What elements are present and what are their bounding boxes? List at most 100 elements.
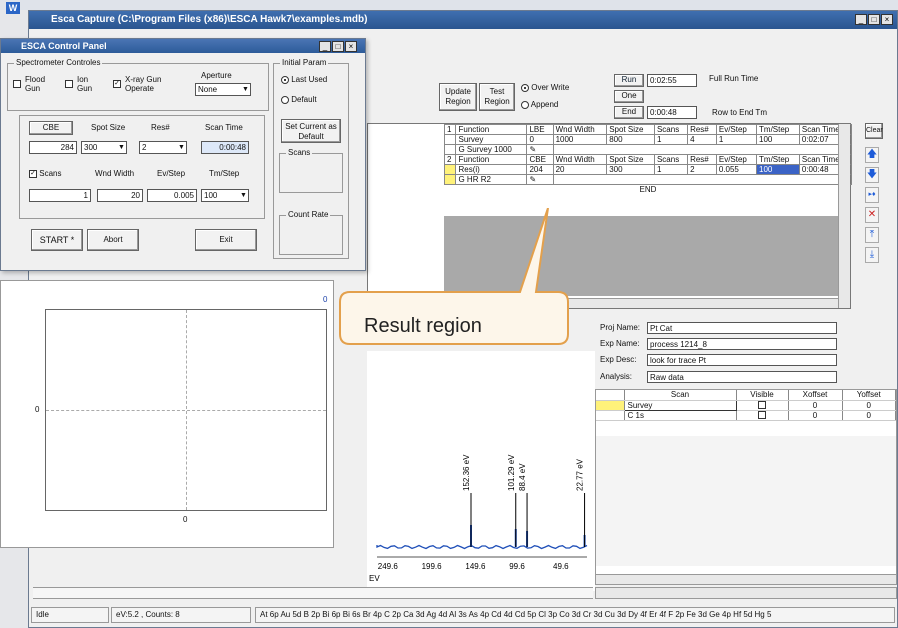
last-used-radio[interactable] bbox=[281, 75, 289, 84]
grid-cell[interactable]: 4 bbox=[687, 134, 717, 145]
default-radio[interactable] bbox=[281, 95, 289, 104]
grid-cell[interactable]: 20 bbox=[552, 164, 608, 175]
table-cell[interactable]: Survey bbox=[623, 399, 737, 411]
word-app-icon[interactable]: W bbox=[6, 2, 20, 14]
table-cell[interactable]: 0 bbox=[842, 410, 896, 421]
grid-cell[interactable]: 1 bbox=[653, 134, 689, 145]
clear-button[interactable]: Clear bbox=[865, 123, 883, 139]
grid-cell[interactable]: G HR R2 bbox=[455, 174, 528, 185]
insert-row-icon[interactable]: ▸♦ bbox=[865, 187, 879, 203]
table-row[interactable]: C 1s 0 0 bbox=[596, 410, 896, 421]
exit-button[interactable]: Exit bbox=[195, 229, 257, 251]
pencil-icon[interactable]: ✎ bbox=[526, 144, 554, 155]
panel-close-button[interactable]: × bbox=[345, 41, 357, 52]
aperture-select[interactable]: None ▼ bbox=[195, 83, 251, 96]
chevron-down-icon[interactable]: ▼ bbox=[239, 190, 248, 201]
grid-cell[interactable]: 100 bbox=[756, 134, 800, 145]
grid-cell[interactable]: 1 bbox=[653, 164, 689, 175]
chevron-down-icon[interactable]: ▼ bbox=[241, 84, 250, 95]
arrow-down-icon[interactable]: 🡇 bbox=[865, 167, 879, 183]
spectrum-plot[interactable]: 152.36 eV 101.29 eV 88.4 eV 22.77 eV 249.6 1… bbox=[367, 351, 595, 591]
scan-time-field[interactable]: 0:00:48 bbox=[201, 141, 249, 154]
res-select[interactable]: 2 ▼ bbox=[139, 141, 187, 154]
grid-cell[interactable]: 300 bbox=[606, 164, 655, 175]
start-button[interactable]: START * bbox=[31, 229, 83, 251]
grid-row-survey-group[interactable]: G Survey 1000 ✎ bbox=[443, 144, 853, 155]
grid-cell[interactable]: 1000 bbox=[552, 134, 608, 145]
table-cell[interactable]: 0 bbox=[842, 400, 896, 411]
move-bottom-icon[interactable]: ⤓ bbox=[865, 247, 879, 263]
end-button[interactable]: End bbox=[614, 106, 644, 119]
spectrum-scrollbar[interactable] bbox=[33, 587, 593, 599]
scans-option[interactable]: ✓ Scans bbox=[29, 169, 61, 178]
maximize-button[interactable]: □ bbox=[868, 14, 880, 25]
panel-maximize-button[interactable]: □ bbox=[332, 41, 344, 52]
scan-h-scrollbar[interactable] bbox=[595, 587, 897, 599]
append-radio[interactable] bbox=[521, 100, 529, 109]
grid-cell[interactable]: 100 bbox=[756, 164, 800, 175]
one-button[interactable]: One bbox=[614, 90, 644, 103]
run-button[interactable]: Run bbox=[614, 74, 644, 87]
last-used-option[interactable]: Last Used bbox=[281, 75, 327, 84]
grid-cell[interactable]: Res(i) bbox=[455, 164, 528, 175]
default-option[interactable]: Default bbox=[281, 95, 317, 104]
grid-cell[interactable]: 800 bbox=[606, 134, 655, 145]
delete-row-icon[interactable]: ✕ bbox=[865, 207, 879, 223]
grid-vertical-scrollbar[interactable] bbox=[838, 124, 850, 308]
grid-row-result[interactable]: Res(i) 204 20 300 1 2 0.055 100 0:00:48 bbox=[443, 164, 853, 175]
xray-checkbox[interactable]: ✓ bbox=[113, 79, 121, 88]
grid-row-result-group[interactable]: G HR R2 ✎ bbox=[443, 174, 853, 185]
visible-checkbox[interactable] bbox=[736, 400, 789, 411]
grid-cell[interactable]: 1 bbox=[715, 134, 758, 145]
spectrum-tick-label: 49.6 bbox=[553, 562, 569, 571]
scans-checkbox[interactable]: ✓ bbox=[29, 169, 37, 178]
abort-button[interactable]: Abort bbox=[87, 229, 139, 251]
pencil-icon[interactable]: ✎ bbox=[526, 174, 554, 185]
scan-table-scrollbar[interactable] bbox=[596, 574, 896, 584]
exp-desc-field[interactable]: look for trace Pt bbox=[647, 354, 837, 366]
exp-name-field[interactable]: process 1214_8 bbox=[647, 338, 837, 350]
wnd-width-field[interactable]: 20 bbox=[97, 189, 143, 202]
append-option[interactable]: Append bbox=[521, 100, 558, 109]
test-region-button[interactable]: Test Region bbox=[479, 83, 515, 111]
panel-minimize-button[interactable]: _ bbox=[319, 41, 331, 52]
status-elements[interactable]: At 6p Au 5d B 2p Bi 6p Bi 6s Br 4p C 2p … bbox=[255, 607, 895, 623]
flood-gun-option[interactable] bbox=[13, 79, 21, 88]
grid-cell[interactable]: Survey bbox=[455, 134, 528, 145]
yoffset-col-header: Yoffset bbox=[842, 390, 896, 401]
scans-field[interactable]: 1 bbox=[29, 189, 91, 202]
cbe-button[interactable]: CBE bbox=[29, 121, 73, 135]
close-button[interactable]: × bbox=[881, 14, 893, 25]
minimize-button[interactable]: _ bbox=[855, 14, 867, 25]
grid-cell[interactable]: G Survey 1000 bbox=[455, 144, 528, 155]
move-top-icon[interactable]: ⤒ bbox=[865, 227, 879, 243]
analysis-field[interactable]: Raw data bbox=[647, 371, 837, 383]
overwrite-radio[interactable] bbox=[521, 83, 529, 92]
grid-cell[interactable]: 204 bbox=[526, 164, 554, 175]
ev-step-field[interactable]: 0.005 bbox=[147, 189, 197, 202]
ion-gun-option[interactable] bbox=[65, 79, 73, 88]
cbe-field[interactable]: 284 bbox=[29, 141, 77, 154]
table-cell[interactable]: 0 bbox=[788, 410, 843, 421]
proj-name-field[interactable]: Pt Cat bbox=[647, 322, 837, 334]
ion-gun-checkbox[interactable] bbox=[65, 79, 73, 88]
grid-row-survey[interactable]: Survey 0 1000 800 1 4 1 100 0:02:07 bbox=[443, 134, 853, 145]
grid-cell[interactable]: 2 bbox=[687, 164, 717, 175]
visible-checkbox[interactable] bbox=[736, 410, 789, 421]
update-region-button[interactable]: Update Region bbox=[439, 83, 477, 111]
row-marker bbox=[596, 410, 625, 421]
grid-cell[interactable]: 0.055 bbox=[715, 164, 758, 175]
table-row[interactable]: Survey 0 0 bbox=[596, 399, 896, 411]
table-cell[interactable]: C 1s bbox=[624, 410, 737, 421]
set-current-default-button[interactable]: Set Current as Default bbox=[281, 119, 341, 143]
chevron-down-icon[interactable]: ▼ bbox=[177, 142, 186, 153]
arrow-up-icon[interactable]: 🡅 bbox=[865, 147, 879, 163]
spot-size-select[interactable]: 300 ▼ bbox=[81, 141, 127, 154]
grid-cell[interactable]: 0 bbox=[526, 134, 554, 145]
chevron-down-icon[interactable]: ▼ bbox=[117, 142, 126, 153]
tm-step-select[interactable]: 100 ▼ bbox=[201, 189, 249, 202]
flood-gun-checkbox[interactable] bbox=[13, 79, 21, 88]
table-cell[interactable]: 0 bbox=[788, 400, 843, 411]
xray-option[interactable]: ✓ bbox=[113, 79, 121, 88]
overwrite-option[interactable]: Over Write bbox=[521, 83, 569, 92]
